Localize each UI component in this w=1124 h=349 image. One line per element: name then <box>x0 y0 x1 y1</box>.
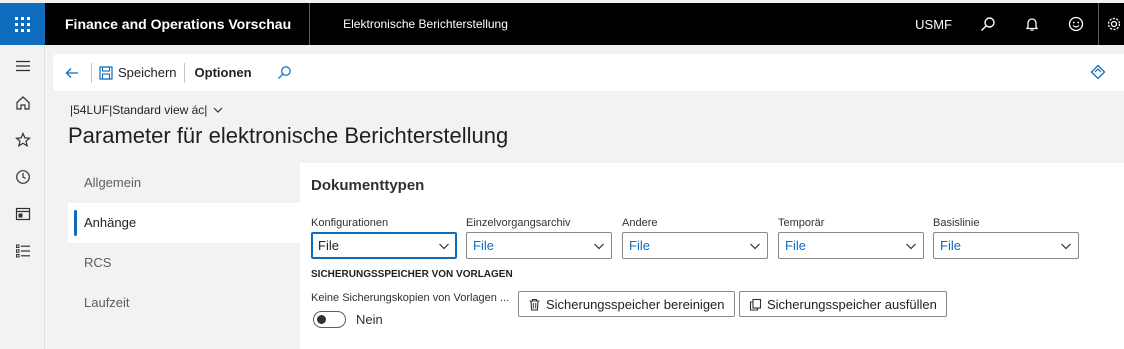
back-button[interactable] <box>53 54 91 91</box>
arrow-left-icon <box>65 67 78 78</box>
nav-workspaces-button[interactable] <box>0 195 45 232</box>
vertical-tabs: Allgemein Anhänge RCS Laufzeit <box>68 163 300 349</box>
search-icon <box>981 17 995 31</box>
workspace-icon <box>15 207 30 220</box>
list-icon <box>15 244 30 257</box>
clear-backup-label: Sicherungsspeicher bereinigen <box>546 296 725 312</box>
tab-allgemein[interactable]: Allgemein <box>68 163 300 203</box>
no-backup-label: Keine Sicherungskopien von Vorlagen ... <box>311 292 510 304</box>
field-temporaer: Temporär File <box>778 217 924 259</box>
tab-rcs[interactable]: RCS <box>68 243 300 283</box>
search-icon <box>278 66 291 80</box>
tab-anhaenge[interactable]: Anhänge <box>68 203 300 243</box>
feedback-button[interactable] <box>1054 3 1098 45</box>
chevron-down-icon <box>213 107 223 113</box>
dropdown-value: File <box>785 238 806 253</box>
einzelvorgangsarchiv-dropdown[interactable]: File <box>466 232 612 259</box>
nav-modules-button[interactable] <box>0 232 45 269</box>
chevron-down-icon <box>594 243 604 249</box>
top-right-controls: USMF <box>915 3 1124 45</box>
no-backup-toggle[interactable]: Nein <box>313 311 383 328</box>
left-navigation <box>0 45 45 349</box>
temporaer-dropdown[interactable]: File <box>778 232 924 259</box>
company-selector[interactable]: USMF <box>915 17 952 32</box>
action-pane: Speichern Optionen <box>53 54 1124 91</box>
app-launcher-button[interactable] <box>0 3 45 45</box>
nav-recent-button[interactable] <box>0 158 45 195</box>
app-title[interactable]: Finance and Operations Vorschau <box>45 3 311 45</box>
toggle-knob <box>317 315 326 324</box>
dropdown-value: File <box>629 238 650 253</box>
bell-icon <box>1025 18 1039 31</box>
module-title: Elektronische Berichterstellung <box>343 17 508 31</box>
chevron-down-icon <box>750 243 760 249</box>
field-andere: Andere File <box>622 217 768 259</box>
field-label: Konfigurationen <box>311 217 389 229</box>
field-label: Temporär <box>778 217 825 229</box>
gear-icon <box>1107 17 1121 31</box>
fill-backup-label: Sicherungsspeicher ausfüllen <box>767 296 937 312</box>
nav-home-button[interactable] <box>0 84 45 121</box>
dropdown-value: File <box>940 238 961 253</box>
field-konfigurationen: Konfigurationen File <box>311 217 457 259</box>
hamburger-icon <box>15 60 30 71</box>
konfigurationen-dropdown[interactable]: File <box>311 232 457 259</box>
dropdown-value: File <box>318 238 339 253</box>
toggle-value: Nein <box>356 312 383 327</box>
star-icon <box>14 131 31 147</box>
action-search-button[interactable] <box>270 54 300 91</box>
tab-laufzeit[interactable]: Laufzeit <box>68 283 300 323</box>
dropdown-value: File <box>473 238 494 253</box>
home-icon <box>15 95 30 110</box>
settings-button[interactable] <box>1098 3 1124 45</box>
save-button[interactable]: Speichern <box>92 54 184 91</box>
chevron-down-icon <box>906 243 916 249</box>
section-title: Dokumenttypen <box>311 177 425 194</box>
save-icon <box>99 65 113 80</box>
chevron-down-icon <box>439 243 449 249</box>
save-label: Speichern <box>118 65 177 80</box>
options-button[interactable]: Optionen <box>185 54 262 91</box>
field-basislinie: Basislinie File <box>933 217 1079 259</box>
field-label: Einzelvorgangsarchiv <box>466 217 571 229</box>
content-panel: Dokumenttypen Konfigurationen File Einze… <box>300 163 1124 349</box>
field-einzelvorgangsarchiv: Einzelvorgangsarchiv File <box>466 217 612 259</box>
view-selector-label: |54LUF|Standard view ác| <box>70 103 208 117</box>
top-bar: Finance and Operations Vorschau Elektron… <box>0 3 1124 45</box>
view-selector[interactable]: |54LUF|Standard view ác| <box>70 103 223 117</box>
chevron-down-icon <box>1061 243 1071 249</box>
diamond-icon[interactable] <box>1090 64 1106 80</box>
smiley-icon <box>1068 16 1084 32</box>
basislinie-dropdown[interactable]: File <box>933 232 1079 259</box>
search-button[interactable] <box>966 3 1010 45</box>
toggle-switch[interactable] <box>313 311 346 328</box>
copy-icon <box>749 298 762 311</box>
nav-menu-button[interactable] <box>0 47 45 84</box>
andere-dropdown[interactable]: File <box>622 232 768 259</box>
storage-heading: SICHERUNGSSPEICHER VON VORLAGEN <box>311 269 513 280</box>
fill-backup-button[interactable]: Sicherungsspeicher ausfüllen <box>739 291 947 317</box>
clock-icon <box>15 169 30 184</box>
waffle-icon <box>15 16 30 32</box>
field-label: Andere <box>622 217 658 229</box>
nav-favorites-button[interactable] <box>0 121 45 158</box>
page-title: Parameter für elektronische Berichterste… <box>68 123 509 148</box>
notifications-button[interactable] <box>1010 3 1054 45</box>
field-label: Basislinie <box>933 217 980 229</box>
trash-icon <box>529 298 540 311</box>
clear-backup-button[interactable]: Sicherungsspeicher bereinigen <box>518 291 735 317</box>
